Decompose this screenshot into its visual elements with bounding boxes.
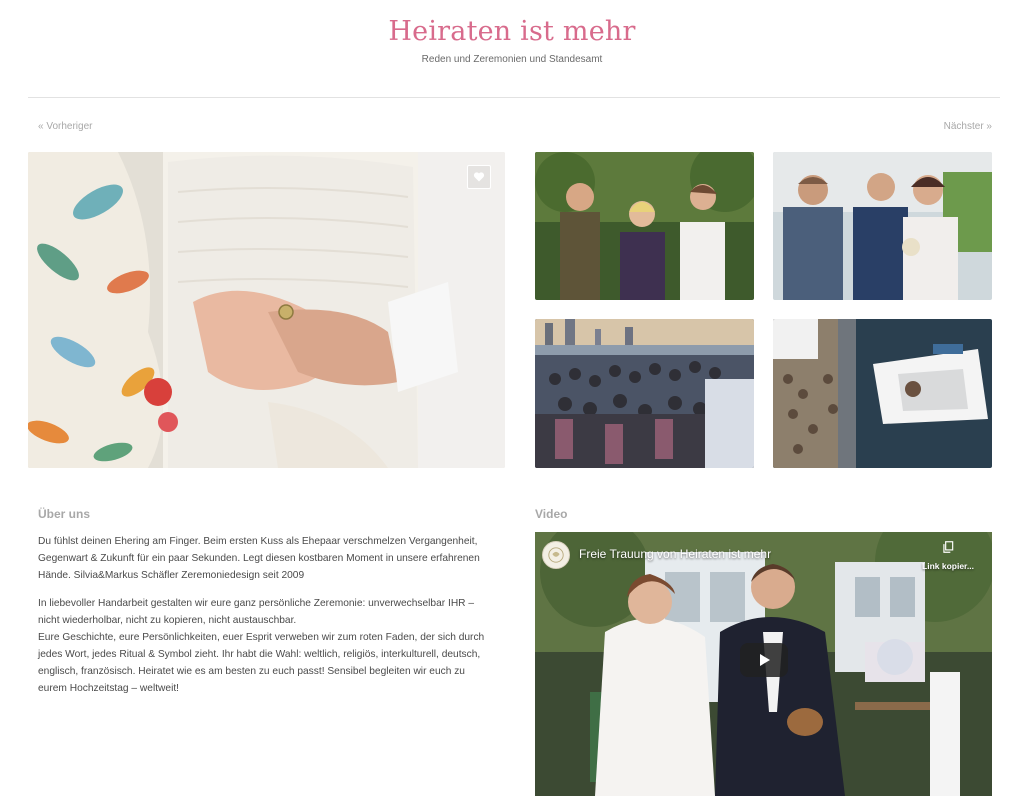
copy-link-button[interactable]: Link kopier... — [918, 540, 978, 574]
site-header: Heiraten ist mehr Reden und Zeremonien u… — [0, 0, 1024, 98]
channel-avatar-icon — [548, 547, 564, 563]
boat-aerial-image — [773, 319, 992, 468]
copy-link-label: Link kopier... — [922, 561, 974, 571]
about-paragraph-1: Du fühlst deinen Ehering am Finger. Beim… — [38, 533, 502, 584]
couple-officiant-photo[interactable] — [773, 152, 992, 300]
video-heading: Video — [535, 507, 568, 521]
text-line: In liebevoller Handarbeit gestalten wir … — [38, 598, 475, 609]
previous-link[interactable]: « Vorheriger — [38, 121, 92, 132]
favorite-button[interactable] — [467, 165, 491, 189]
about-text: Du fühlst deinen Ehering am Finger. Beim… — [38, 533, 502, 708]
heart-icon — [473, 172, 485, 182]
text-line: Hände. Silvia&Markus Schäfler Zeremonied… — [38, 570, 305, 581]
text-line: Du fühlst deinen Ehering am Finger. Beim… — [38, 536, 478, 547]
header-divider — [28, 97, 1000, 98]
text-line: Gegenwart & Zukunft für ein paar Sekunde… — [38, 553, 480, 564]
boat-aerial-photo[interactable] — [773, 319, 992, 468]
couple-officiant-image — [773, 152, 992, 300]
site-tagline: Reden und Zeremonien und Standesamt — [421, 54, 603, 65]
about-paragraph-2: In liebevoller Handarbeit gestalten wir … — [38, 595, 502, 697]
boat-party-image — [535, 319, 754, 468]
text-line: nicht wiederholbar, nicht zu kopieren, n… — [38, 615, 297, 626]
next-link[interactable]: Nächster » — [944, 121, 992, 132]
text-line: eurem Hochzeitstag – weltweit! — [38, 683, 179, 694]
ceremony-outdoor-image — [535, 152, 754, 300]
channel-avatar[interactable] — [542, 541, 570, 569]
video-title[interactable]: Freie Trauung von Heiraten ist mehr — [579, 547, 771, 561]
ceremony-outdoor-photo[interactable] — [535, 152, 754, 300]
play-button[interactable] — [740, 643, 788, 677]
site-title[interactable]: Heiraten ist mehr — [0, 16, 1024, 47]
about-heading: Über uns — [38, 507, 91, 521]
hands-ring-image — [28, 152, 505, 468]
copy-icon — [943, 541, 954, 553]
text-line: englisch, französisch. Heiratet wie es a… — [38, 666, 465, 677]
video-player[interactable]: Freie Trauung von Heiraten ist mehr Link… — [535, 532, 992, 796]
text-line: jedes Wort, jedes Ritual & Symbol zieht.… — [38, 649, 481, 660]
text-line: Eure Geschichte, eure Persönlichkeiten, … — [38, 632, 485, 643]
boat-party-photo[interactable] — [535, 319, 754, 468]
play-icon — [760, 654, 770, 666]
main-gallery-photo[interactable] — [28, 152, 505, 468]
